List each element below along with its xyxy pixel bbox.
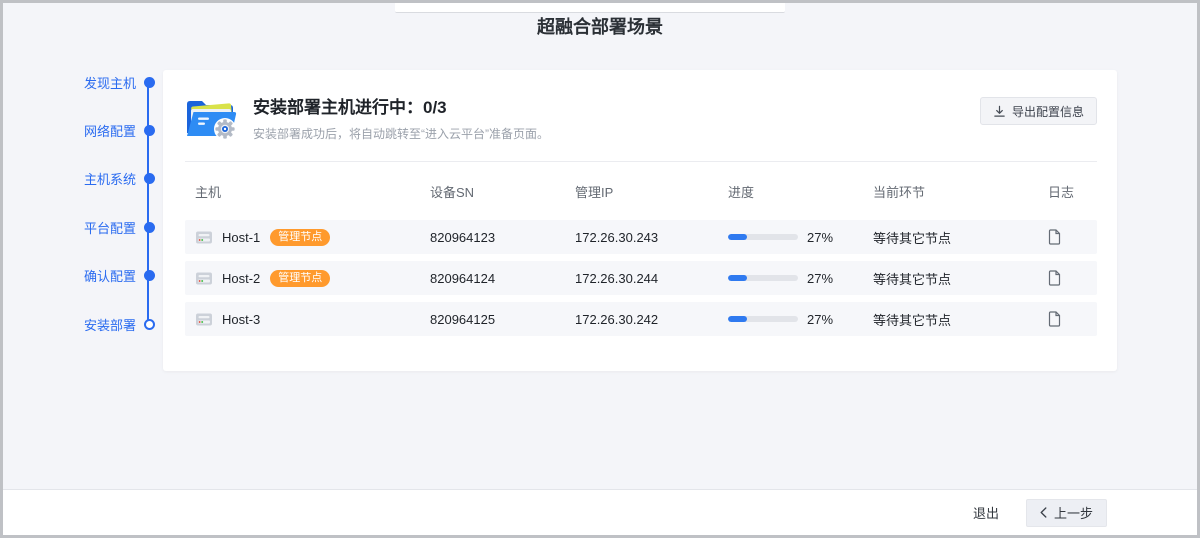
management-node-badge: 管理节点	[270, 270, 330, 287]
previous-step-label: 上一步	[1054, 503, 1093, 522]
ip-cell: 172.26.30.243	[575, 230, 728, 245]
step-platform-config: 平台配置	[3, 217, 155, 238]
sn-cell: 820964124	[430, 271, 575, 286]
step-dot-filled	[144, 125, 155, 136]
management-node-badge: 管理节点	[270, 229, 330, 246]
log-cell	[1048, 229, 1097, 245]
progress-cell: 27%	[728, 230, 873, 245]
install-progress-panel: 安装部署主机进行中：0/3 安装部署成功后，将自动跳转至“进入云平台”准备页面。…	[163, 70, 1117, 371]
stage-cell: 等待其它节点	[873, 228, 1048, 247]
panel-header: 安装部署主机进行中：0/3 安装部署成功后，将自动跳转至“进入云平台”准备页面。…	[185, 70, 1097, 142]
host-name: Host-2	[222, 271, 260, 286]
table-row-host-2: Host-2 管理节点 820964124 172.26.30.244 27% …	[185, 261, 1097, 295]
progress-bar	[728, 275, 798, 281]
file-icon	[1048, 270, 1061, 286]
server-icon	[195, 312, 213, 327]
log-cell	[1048, 311, 1097, 327]
sn-cell: 820964123	[430, 230, 575, 245]
step-dot-filled	[144, 173, 155, 184]
sn-cell: 820964125	[430, 312, 575, 327]
step-dot-filled	[144, 222, 155, 233]
progress-bar-fill	[728, 275, 747, 281]
step-label: 发现主机	[84, 73, 136, 92]
host-name: Host-3	[222, 312, 260, 327]
file-icon	[1048, 229, 1061, 245]
wizard-stepper: 发现主机 网络配置 主机系统 平台配置 确认配置 安装部署	[3, 70, 155, 338]
progress-percent: 27%	[807, 230, 833, 245]
view-log-button[interactable]	[1048, 270, 1061, 286]
export-config-label: 导出配置信息	[1012, 103, 1084, 120]
log-cell	[1048, 270, 1097, 286]
progress-bar	[728, 234, 798, 240]
view-log-button[interactable]	[1048, 311, 1061, 327]
host-name: Host-1	[222, 230, 260, 245]
step-label: 网络配置	[84, 121, 136, 140]
stepper-line	[147, 82, 149, 325]
step-dot-filled	[144, 270, 155, 281]
host-cell: Host-2 管理节点	[185, 270, 430, 287]
file-icon	[1048, 311, 1061, 327]
column-header-host: 主机	[185, 182, 430, 201]
page-title: 超融合部署场景	[3, 3, 1197, 49]
column-header-sn: 设备SN	[430, 182, 575, 201]
ip-cell: 172.26.30.244	[575, 271, 728, 286]
progress-cell: 27%	[728, 312, 873, 327]
table-header-row: 主机 设备SN 管理IP 进度 当前环节 日志	[185, 162, 1097, 220]
panel-header-text: 安装部署主机进行中：0/3 安装部署成功后，将自动跳转至“进入云平台”准备页面。	[253, 97, 549, 142]
host-cell: Host-1 管理节点	[185, 229, 430, 246]
footer-bar: 退出 上一步	[3, 489, 1197, 535]
deployment-screen: 超融合部署场景 发现主机 网络配置 主机系统 平台配置 确认配置 安装部署	[0, 0, 1200, 538]
step-dot-filled	[144, 77, 155, 88]
step-network-config: 网络配置	[3, 120, 155, 141]
progress-percent: 27%	[807, 312, 833, 327]
ip-cell: 172.26.30.242	[575, 312, 728, 327]
step-label: 确认配置	[84, 266, 136, 285]
view-log-button[interactable]	[1048, 229, 1061, 245]
progress-cell: 27%	[728, 271, 873, 286]
column-header-progress: 进度	[728, 182, 873, 201]
server-icon	[195, 230, 213, 245]
previous-step-button[interactable]: 上一步	[1026, 499, 1107, 527]
panel-title-prefix: 安装部署主机进行中：	[253, 98, 423, 117]
step-host-system: 主机系统	[3, 168, 155, 189]
host-cell: Host-3	[185, 312, 430, 327]
progress-bar	[728, 316, 798, 322]
server-icon	[195, 271, 213, 286]
step-dot-current	[144, 319, 155, 330]
panel-subtitle: 安装部署成功后，将自动跳转至“进入云平台”准备页面。	[253, 125, 549, 142]
table-row-host-1: Host-1 管理节点 820964123 172.26.30.243 27% …	[185, 220, 1097, 254]
panel-title: 安装部署主机进行中：0/3	[253, 97, 549, 118]
step-install-deploy: 安装部署	[3, 314, 155, 335]
stage-cell: 等待其它节点	[873, 269, 1048, 288]
stage-cell: 等待其它节点	[873, 310, 1048, 329]
download-icon	[993, 105, 1006, 118]
step-label: 平台配置	[84, 218, 136, 237]
step-confirm-config: 确认配置	[3, 265, 155, 286]
step-discover-hosts: 发现主机	[3, 72, 155, 93]
column-header-ip: 管理IP	[575, 182, 728, 201]
progress-percent: 27%	[807, 271, 833, 286]
panel-title-count: 0/3	[423, 98, 447, 117]
export-config-button[interactable]: 导出配置信息	[980, 97, 1097, 125]
chevron-left-icon	[1040, 507, 1047, 518]
step-label: 安装部署	[84, 315, 136, 334]
progress-bar-fill	[728, 316, 747, 322]
column-header-stage: 当前环节	[873, 182, 1048, 201]
progress-bar-fill	[728, 234, 747, 240]
column-header-log: 日志	[1048, 182, 1097, 201]
folder-gear-icon	[185, 97, 239, 141]
exit-button[interactable]: 退出	[973, 503, 999, 522]
step-label: 主机系统	[84, 169, 136, 188]
hosts-table: 主机 设备SN 管理IP 进度 当前环节 日志 Host-1 管理节点	[185, 162, 1097, 336]
table-row-host-3: Host-3 820964125 172.26.30.242 27% 等待其它节…	[185, 302, 1097, 336]
